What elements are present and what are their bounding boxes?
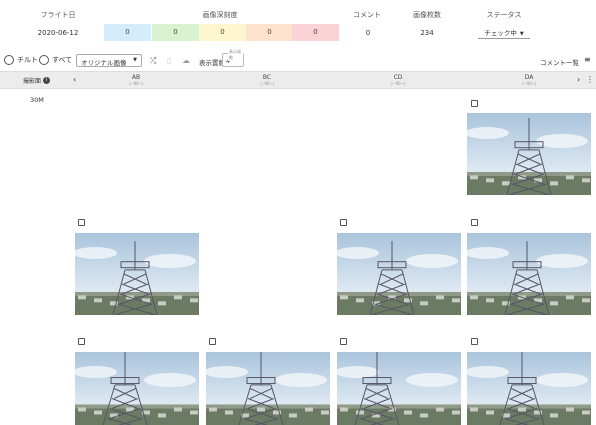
image-checkbox[interactable]: [471, 219, 478, 226]
shoot-face-text: 撮影面: [23, 78, 42, 85]
image-checkbox[interactable]: [340, 338, 347, 345]
comment-list-button[interactable]: コメント一覧: [540, 57, 579, 67]
shoot-face-label: 撮影面 i: [23, 76, 51, 85]
column-cd: CD |---90---|: [383, 74, 413, 86]
image-type-value: オリジナル画像: [81, 59, 127, 67]
flight-summary: フライト日 画像深刻度 コメント 画像枚数 ステータス 2020-06-12 0…: [0, 0, 596, 46]
shuffle-icon[interactable]: ⤮: [150, 56, 156, 66]
severity-level-2: 0: [152, 24, 199, 41]
severity-level-5: 0: [292, 24, 339, 41]
header-status: ステータス: [486, 11, 522, 19]
chevron-left-icon[interactable]: ‹: [73, 75, 76, 84]
column-bc: BC |---90---|: [252, 74, 282, 86]
toolbar: チルト すべて オリジナル画像 ▼ ⤮ ▯ ☁ 表示置数 表示枚数 4 コメント…: [0, 49, 596, 72]
radio-circle-icon: [4, 55, 14, 65]
caret-down-icon: ▼: [133, 57, 137, 63]
image-checkbox[interactable]: [209, 338, 216, 345]
info-icon[interactable]: i: [43, 77, 51, 84]
header-severity: 画像深刻度: [202, 11, 238, 19]
display-count-float-label: 表示枚数: [228, 49, 243, 61]
image-checkbox[interactable]: [340, 219, 347, 226]
comment-count-value: 0: [365, 29, 371, 37]
severity-level-1: 0: [104, 24, 151, 41]
caret-down-icon: ▼: [519, 31, 524, 37]
header-image-count: 画像枚数: [413, 11, 441, 19]
cloud-icon[interactable]: ☁: [182, 56, 190, 65]
image-count-value: 234: [420, 29, 434, 37]
severity-level-3: 0: [199, 24, 246, 41]
radio-tilt-label: チルト: [17, 56, 38, 64]
column-bc-sub: |---90---|: [260, 81, 274, 86]
image-checkbox[interactable]: [78, 219, 85, 226]
column-header-bar: 撮影面 i ‹ AB |---90---| BC |---90---| CD |…: [0, 71, 596, 89]
column-cd-label: CD: [393, 74, 403, 81]
column-da: DA |---90---|: [514, 74, 544, 86]
radio-all[interactable]: すべて: [39, 55, 72, 65]
column-ab-label: AB: [131, 74, 141, 81]
radio-tilt[interactable]: チルト: [4, 55, 38, 65]
status-select-value: チェック中: [484, 29, 517, 37]
header-comment: コメント: [353, 11, 381, 19]
header-flight-date: フライト日: [40, 11, 76, 19]
radio-all-label: すべて: [52, 56, 73, 64]
radio-circle-icon: [39, 55, 49, 65]
image-type-select[interactable]: オリジナル画像 ▼: [76, 54, 142, 67]
tower-photo-thumbnail[interactable]: [75, 352, 199, 425]
column-da-label: DA: [524, 74, 534, 81]
row-label-height: 30M: [30, 96, 44, 104]
column-cd-sub: |---90---|: [391, 81, 405, 86]
display-count-input[interactable]: 表示枚数 4: [222, 49, 244, 67]
tower-photo-thumbnail[interactable]: [206, 352, 330, 425]
column-ab-sub: |---90---|: [129, 81, 143, 86]
flight-date-value: 2020-06-12: [37, 29, 79, 37]
tower-photo-thumbnail[interactable]: [467, 113, 591, 195]
image-checkbox[interactable]: [471, 338, 478, 345]
tower-photo-thumbnail[interactable]: [337, 233, 461, 315]
tower-photo-thumbnail[interactable]: [467, 233, 591, 315]
tower-photo-thumbnail[interactable]: [337, 352, 461, 425]
chevron-right-icon[interactable]: ›: [577, 75, 580, 84]
column-da-sub: |---90---|: [522, 81, 536, 86]
tower-photo-thumbnail[interactable]: [75, 233, 199, 315]
image-checkbox[interactable]: [78, 338, 85, 345]
column-bc-label: BC: [262, 74, 272, 81]
status-select[interactable]: チェック中 ▼: [478, 27, 530, 39]
column-ab: AB |---90---|: [121, 74, 151, 86]
tower-photo-thumbnail[interactable]: [467, 352, 591, 425]
list-icon[interactable]: ≡: [584, 55, 591, 64]
image-checkbox[interactable]: [471, 100, 478, 107]
more-vert-icon[interactable]: ⋮: [586, 75, 594, 84]
severity-level-4: 0: [246, 24, 293, 41]
file-icon[interactable]: ▯: [167, 56, 171, 65]
